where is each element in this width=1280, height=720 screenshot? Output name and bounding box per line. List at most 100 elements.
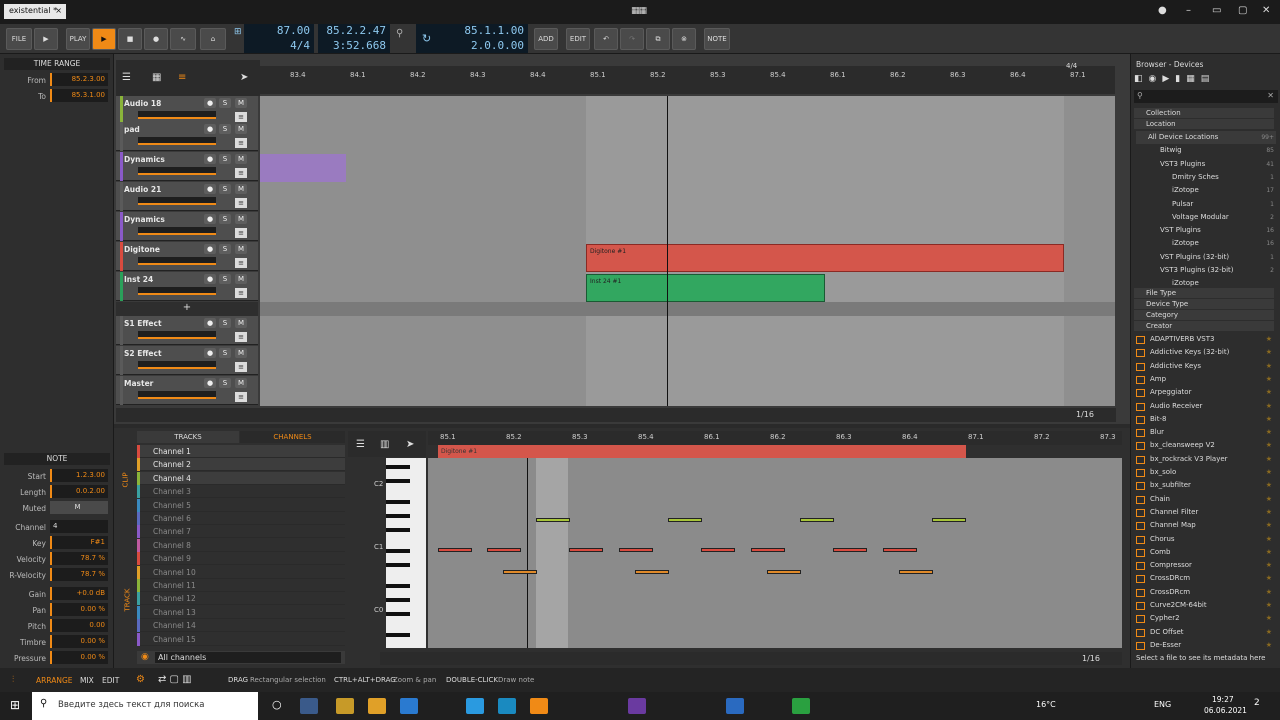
browser-device-item[interactable]: Curve2CM-64bit ★ (1136, 599, 1276, 612)
midi-note[interactable] (635, 570, 669, 574)
favorite-star-icon[interactable]: ★ (1266, 546, 1272, 559)
editor-clip-bar[interactable]: Digitone #1 (438, 445, 966, 458)
track-volume-fader[interactable] (138, 361, 216, 369)
favorite-star-icon[interactable]: ★ (1266, 413, 1272, 426)
time-signature-display[interactable]: 4/4 (244, 39, 314, 53)
project-tab[interactable]: existential * × (4, 4, 66, 19)
browser-location-item[interactable]: Bitwig 85 (1136, 144, 1276, 157)
to-field[interactable]: 85.3.1.00 (50, 89, 108, 102)
favorite-star-icon[interactable]: ★ (1266, 439, 1272, 452)
channel-item[interactable]: Channel 12 (137, 592, 345, 606)
arranger-timeline[interactable]: 83.4 84.1 84.2 84.3 84.4 85.1 85.2 85.3 85.4 86.1… (260, 66, 1115, 94)
track-record-arm-icon[interactable]: ● (204, 274, 216, 284)
browser-location-item[interactable]: VST Plugins (32-bit) 1 (1136, 251, 1276, 264)
tracks-tab[interactable]: TRACKS (137, 431, 239, 443)
taskbar-app-icon[interactable] (300, 698, 318, 714)
track-header[interactable]: S2 Effect ● S M ≡ (116, 346, 258, 375)
black-key[interactable] (386, 563, 410, 567)
piano-view-icon[interactable]: ▥ (380, 439, 389, 450)
taskbar-edge-icon[interactable] (498, 698, 516, 714)
browser-device-item[interactable]: Arpeggiator ★ (1136, 386, 1276, 399)
favorite-star-icon[interactable]: ★ (1266, 586, 1272, 599)
black-key[interactable] (386, 514, 410, 518)
taskbar-telegram-icon[interactable] (466, 698, 484, 714)
loop-icon[interactable]: ↻ (422, 32, 431, 45)
browser-device-item[interactable]: bx_rockrack V3 Player ★ (1136, 453, 1276, 466)
editor-grid-select[interactable]: 1/16 (1082, 654, 1100, 663)
dashboard-icon[interactable]: ⫶ (12, 675, 14, 685)
browser-filter[interactable]: Creator (1134, 321, 1274, 331)
browser-device-item[interactable]: ADAPTIVERB VST3 ★ (1136, 333, 1276, 346)
favorite-star-icon[interactable]: ★ (1266, 639, 1272, 652)
favorite-star-icon[interactable]: ★ (1266, 559, 1272, 572)
browser-device-item[interactable]: Addictive Keys ★ (1136, 360, 1276, 373)
record-button[interactable]: ● (144, 28, 168, 50)
track-mute-button[interactable]: M (235, 214, 247, 224)
track-menu-icon[interactable]: ≡ (235, 168, 247, 178)
channel-item[interactable]: Channel 9 (137, 552, 345, 566)
track-name[interactable]: Digitone (124, 245, 160, 254)
taskbar-search[interactable]: ⚲ Введите здесь текст для поиска (32, 692, 258, 720)
time-display[interactable]: 3:52.668 (318, 39, 390, 53)
track-side-tab[interactable]: TRACK (124, 589, 132, 612)
list-icon[interactable]: ☰ (356, 439, 365, 450)
track-record-arm-icon[interactable]: ● (204, 214, 216, 224)
taskbar-app2-icon[interactable] (628, 698, 646, 714)
track-solo-button[interactable]: S (219, 98, 231, 108)
track-header[interactable]: Dynamics ● S M ≡ (116, 152, 258, 181)
arranger-grid[interactable]: Digitone #1 Inst 24 #1 (260, 96, 1115, 406)
browser-location-item[interactable]: Pulsar 1 (1136, 198, 1276, 211)
muted-toggle[interactable]: M (50, 501, 108, 514)
favorite-star-icon[interactable]: ★ (1266, 612, 1272, 625)
track-solo-button[interactable]: S (219, 184, 231, 194)
redo-icon[interactable]: ↷ (620, 28, 644, 50)
arrange-view-button[interactable]: ARRANGE (36, 676, 73, 685)
browser-section-location[interactable]: Location (1134, 119, 1274, 129)
start-field[interactable]: 1.2.3.00 (50, 469, 108, 482)
browser-location-item[interactable]: Voltage Modular 2 (1136, 211, 1276, 224)
velocity-field[interactable]: 78.7 % (50, 552, 108, 565)
browser-device-item[interactable]: Chorus ★ (1136, 533, 1276, 546)
track-mute-button[interactable]: M (235, 98, 247, 108)
browser-device-item[interactable]: CrossDRcm ★ (1136, 586, 1276, 599)
taskbar-folder-icon[interactable] (336, 698, 354, 714)
browser-device-item[interactable]: CrossDRcm ★ (1136, 572, 1276, 585)
rvelocity-field[interactable]: 78.7 % (50, 568, 108, 581)
track-record-arm-icon[interactable]: ● (204, 154, 216, 164)
channel-item[interactable]: Channel 4 (137, 471, 345, 485)
undo-icon[interactable]: ↶ (594, 28, 618, 50)
task-view-icon[interactable]: ○ (272, 698, 282, 711)
track-solo-button[interactable]: S (219, 124, 231, 134)
track-mute-button[interactable]: M (235, 274, 247, 284)
grid-view-icon[interactable]: ▦ (152, 72, 161, 83)
track-mute-button[interactable]: M (235, 154, 247, 164)
note-button[interactable]: NOTE (704, 28, 730, 50)
piano-roll-grid[interactable] (428, 458, 1122, 648)
track-solo-button[interactable]: S (219, 348, 231, 358)
track-header[interactable]: Digitone ● S M ≡ (116, 242, 258, 271)
favorite-star-icon[interactable]: ★ (1266, 466, 1272, 479)
track-volume-fader[interactable] (138, 227, 216, 235)
channel-select[interactable]: 4 (50, 520, 108, 533)
close-tab-icon[interactable]: × (55, 6, 62, 15)
midi-note[interactable] (619, 548, 653, 552)
favorite-star-icon[interactable]: ★ (1266, 533, 1272, 546)
track-solo-button[interactable]: S (219, 274, 231, 284)
channel-item[interactable]: Channel 3 (137, 485, 345, 499)
taskbar-mail-icon[interactable] (400, 698, 418, 714)
clock-time[interactable]: 19:27 (1212, 695, 1234, 704)
favorite-star-icon[interactable]: ★ (1266, 453, 1272, 466)
track-record-arm-icon[interactable]: ● (204, 124, 216, 134)
settings-icon[interactable]: ⚙ (136, 674, 145, 685)
overdub-button[interactable]: ⌂ (200, 28, 226, 50)
track-header[interactable]: Audio 21 ● S M ≡ (116, 182, 258, 211)
edit-view-button[interactable]: EDIT (102, 676, 119, 685)
track-header[interactable]: Audio 18 ● S M ≡ (116, 96, 258, 125)
browser-location-item[interactable]: iZotope 16 (1136, 237, 1276, 250)
track-name[interactable]: Dynamics (124, 155, 165, 164)
weather-temp[interactable]: 16°C (1036, 700, 1056, 709)
midi-note[interactable] (800, 518, 834, 522)
track-volume-fader[interactable] (138, 257, 216, 265)
favorite-star-icon[interactable]: ★ (1266, 386, 1272, 399)
black-key[interactable] (386, 528, 410, 532)
